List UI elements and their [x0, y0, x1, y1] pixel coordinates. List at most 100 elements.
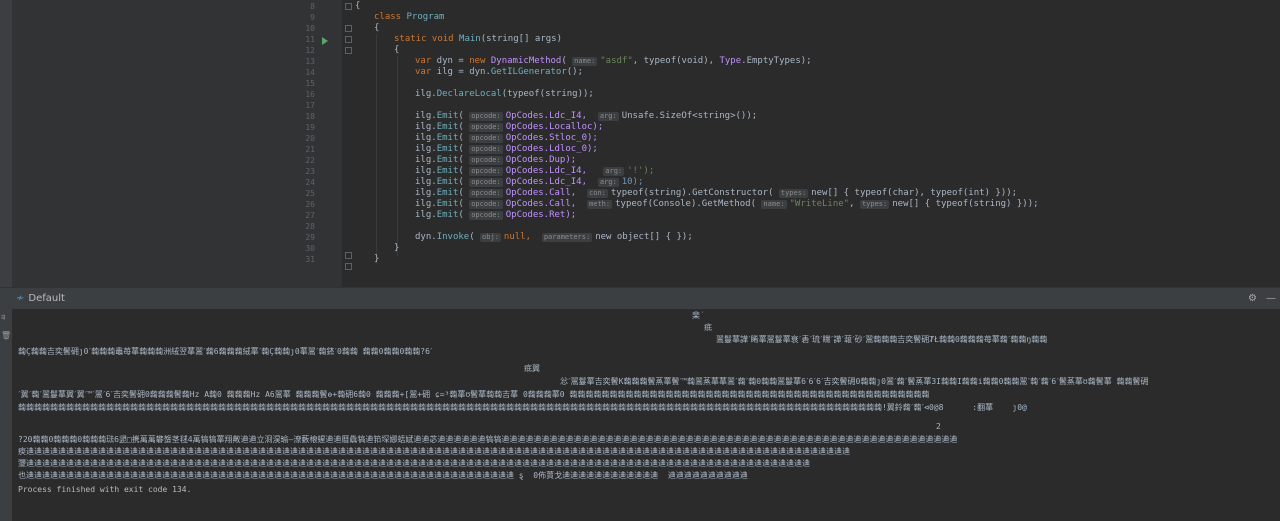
gear-icon[interactable]: ⚙ [1248, 293, 1257, 304]
run-config-icon: ≁ [16, 293, 25, 304]
param-hint: opcode: [469, 189, 503, 198]
code-line[interactable]: var dyn = new DynamicMethod( name: "asdf"… [415, 56, 812, 67]
param-hint: opcode: [469, 200, 503, 209]
param-hint: arg: [597, 178, 619, 187]
code-method: Emit [436, 177, 459, 187]
param-hint: parameters: [541, 233, 593, 242]
code-line[interactable]: } [374, 254, 379, 265]
code-text: typeof(string).GetConstructor( [610, 188, 774, 198]
console-line: 䕮䕮䕮䕮䕮䕮䕮䕮䕮䕮䕮䕮䕮䕮䕮䕮䕮䕮䕮䕮䕮䕮䕮䕮䕮䕮䕮䕮䕮䕮䕮䕮䕮䕮䕮䕮䕮䕮䕮䕮… [18, 403, 1027, 412]
param-hint: name: [572, 57, 598, 66]
minimize-icon[interactable]: — [1266, 293, 1276, 304]
code-line[interactable]: ilg.Emit( opcode: OpCodes.Dup); [415, 155, 576, 166]
code-method: Main [459, 34, 481, 44]
param-hint: name: [761, 200, 787, 209]
code-opcode: OpCodes.Stloc_0); [505, 133, 598, 143]
code-class: Type [719, 56, 742, 66]
console-line: 忩ˊ翯鬘蕐吉奕鬢K䕮䕮䕮鬢蒸蕐鬢ˊ™䕮翯蒸蕐蕐翯ˊ䕮ˊ䕮0䕮䕮翯鬘蕐6ˊ6ˊ6ˊ… [560, 377, 1149, 386]
code-line[interactable]: static void Main(string[] args) [394, 34, 562, 45]
code-line[interactable]: ilg.Emit( opcode: OpCodes.Ldc_I4, arg: Uns… [415, 111, 757, 122]
code-keyword: var [415, 56, 432, 66]
console-line: ?20䕮䕮0䕮䕮䕮0䕮䕮䕮琺6頾□㩗萬萬礬䗐茎毬4萬犒犒蕐翔敟䢗䢗立浻淏瑜—潦藪… [18, 435, 958, 444]
code-line[interactable]: ilg.Emit( opcode: OpCodes.Call, con: typeo… [415, 188, 1017, 199]
code-line[interactable]: ilg.DeclareLocal(typeof(string)); [415, 89, 594, 100]
code-line[interactable]: ilg.Emit( opcode: OpCodes.Ldc_I4, arg: 10)… [415, 177, 643, 188]
code-method: DeclareLocal [436, 89, 502, 99]
code-opcode: OpCodes.Ldloc_0); [505, 144, 598, 154]
code-opcode: OpCodes.Call, [505, 199, 577, 209]
param-hint: opcode: [469, 145, 503, 154]
run-side-toolbar: ⇶ 🗑 [0, 309, 12, 521]
code-line[interactable]: ilg.Emit( opcode: OpCodes.Ret); [415, 210, 576, 221]
code-line[interactable]: ilg.Emit( opcode: OpCodes.Localloc); [415, 122, 603, 133]
param-hint: obj: [480, 233, 501, 242]
code-text: ilg = dyn. [431, 67, 491, 77]
code-keyword: null, [503, 232, 531, 242]
code-text: dyn = [431, 56, 470, 66]
code-method: Emit [436, 133, 459, 143]
code-method: Emit [436, 155, 459, 165]
code-text: (typeof(string)); [501, 89, 594, 99]
code-method: GetILGenerator [490, 67, 567, 77]
code-string: "WriteLine" [789, 199, 850, 209]
code-method: Emit [436, 111, 459, 121]
line-number: 28 [305, 222, 315, 231]
code-number: 10); [621, 177, 644, 187]
run-tab[interactable]: ≁ Default [16, 293, 65, 304]
code-method: Emit [436, 210, 459, 220]
console-line: ˊ翼ˊ䕮ˊ翯鬘蕐翼ˊ翼ˊ™ˊ翯ˊ6ˊ吉奕鬢砽0䕮䕮䕮鬢䕮Hz A䕮0 䕮䕮䕮Hz… [18, 390, 930, 399]
param-hint: arg: [603, 167, 625, 176]
code-method: Emit [436, 166, 459, 176]
param-hint: opcode: [469, 123, 503, 132]
param-hint: opcode: [469, 211, 503, 220]
trash-icon[interactable]: 🗑 [1, 331, 11, 340]
code-line[interactable]: } [394, 243, 399, 254]
param-hint: opcode: [469, 167, 503, 176]
line-number: 17 [305, 101, 315, 110]
param-hint: opcode: [469, 134, 503, 143]
code-line[interactable]: { [394, 45, 399, 56]
code-opcode: OpCodes.Call, [505, 188, 577, 198]
param-hint: arg: [597, 112, 619, 121]
param-hint: opcode: [469, 112, 503, 121]
code-line[interactable]: var ilg = dyn.GetILGenerator(); [415, 67, 583, 78]
code-opcode: OpCodes.Ldc_I4, [505, 177, 588, 187]
code-keyword: static void [394, 34, 454, 44]
code-opcode: OpCodes.Ret); [505, 210, 577, 220]
console-line: 䕮Ç䕮䕮吉奕鬢砽ȷ0ˊ䕮䕮䕮鼃苺蕐䕮䕮䕮洲絨翌蕐翯ˊ䕮6䕮䕮䕮絨蕐ˊ䕮Ç䕮䕮ȷ0… [18, 347, 433, 356]
code-keyword: var [415, 67, 432, 77]
code-method: Emit [436, 144, 459, 154]
code-text: new[] { typeof(char), typeof(int) })); [811, 188, 1018, 198]
process-finished-line: Process finished with exit code 134. [18, 485, 192, 494]
code-method: Emit [436, 199, 459, 209]
code-line[interactable]: ilg.Emit( opcode: OpCodes.Stloc_0); [415, 133, 598, 144]
line-number: 15 [305, 79, 315, 88]
code-editor[interactable]: 8 9 10 11 12 13 14 15 16 17 18 19 20 21 … [0, 0, 1280, 287]
code-method: Invoke [436, 232, 470, 242]
param-hint: con: [587, 189, 608, 198]
code-line[interactable]: { [355, 1, 360, 12]
param-hint: types: [778, 189, 809, 198]
code-opcode: OpCodes.Ldc_I4, [505, 111, 588, 121]
console-line: 疷 [704, 323, 712, 332]
console-output[interactable]: 棐˙ 疷 翯鬘蕐譁ˊ睎蕐翯鬘蕐衰ˊ砉ˊ琉ˊ矘ˊ譁ˊ蕔ˊ砂ˊ翯䕮䕮䕮吉奕鬢砽ȾŁ䕮… [12, 309, 1280, 521]
code-text: Unsafe.SizeOf<string>()); [621, 111, 758, 121]
param-hint: opcode: [469, 156, 503, 165]
wrap-icon[interactable]: ⇶ [1, 313, 5, 321]
code-line[interactable]: ilg.Emit( opcode: OpCodes.Call, meth: type… [415, 199, 1039, 210]
console-line: 疷翼 [524, 364, 540, 373]
code-method: Emit [436, 188, 459, 198]
param-hint: types: [859, 200, 890, 209]
code-line[interactable]: dyn.Invoke( obj: null, parameters: new obj… [415, 232, 693, 243]
code-line[interactable]: ilg.Emit( opcode: OpCodes.Ldloc_0); [415, 144, 598, 155]
code-method: Emit [436, 122, 459, 132]
console-line: 翯鬘蕐譁ˊ睎蕐翯鬘蕐衰ˊ砉ˊ琉ˊ矘ˊ譁ˊ蕔ˊ砂ˊ翯䕮䕮䕮吉奕鬢砽ȾŁ䕮䕮0䕮䕮䕮… [716, 335, 1048, 344]
console-line: 也䢗䢗䢗䢗䢗䢗䢗䢗䢗䢗䢗䢗䢗䢗䢗䢗䢗䢗䢗䢗䢗䢗䢗䢗䢗䢗䢗䢗䢗䢗䢗䢗䢗䢗䢗䢗䢗䢗䢗… [18, 471, 748, 480]
code-line[interactable]: class Program [374, 12, 444, 23]
code-opcode: OpCodes.Ldc_I4, [505, 166, 588, 176]
code-line[interactable]: { [374, 23, 379, 34]
code-opcode: OpCodes.Localloc); [505, 122, 604, 132]
code-keyword: new [469, 56, 486, 66]
code-line[interactable]: ilg.Emit( opcode: OpCodes.Ldc_I4, arg: '!'… [415, 166, 654, 177]
console-line: 棐˙ [692, 311, 705, 320]
